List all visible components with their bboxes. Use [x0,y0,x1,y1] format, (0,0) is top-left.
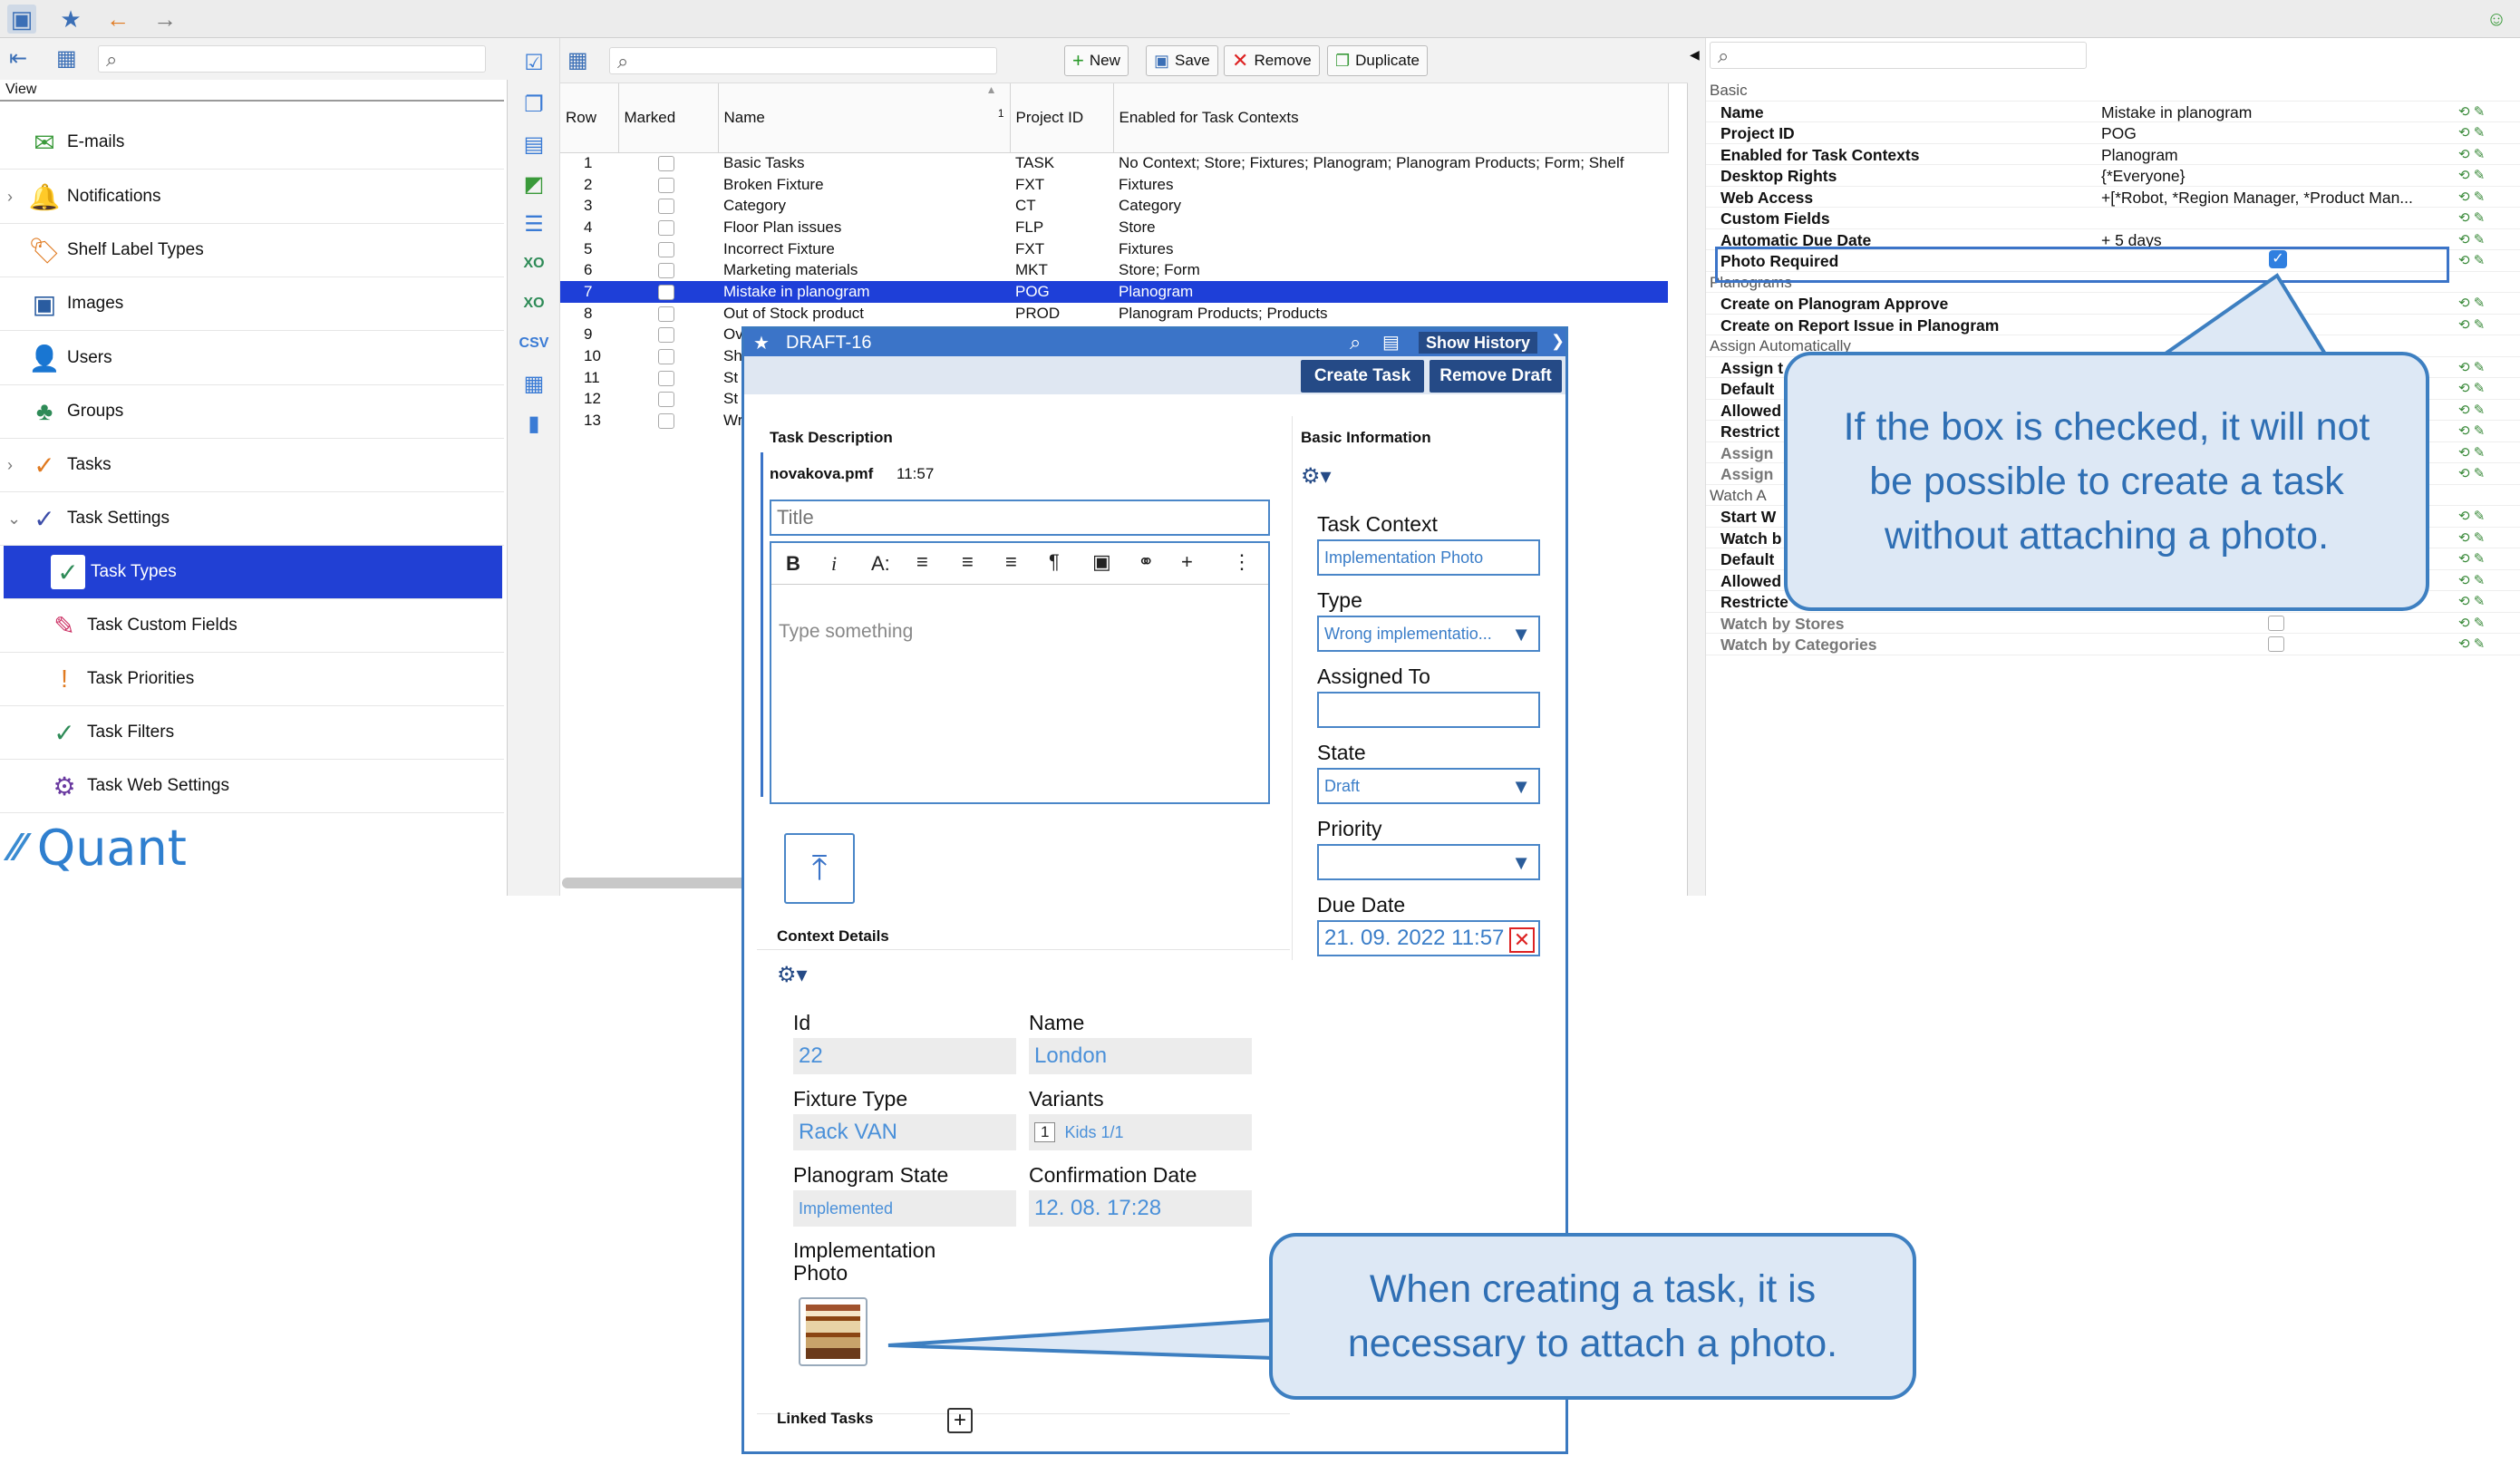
bottom-callout-pointer [887,1317,1275,1361]
bottom-callout-text: When creating a task, it is necessary to… [1347,1267,1838,1365]
top-callout-text: If the box is checked, it will not be po… [1843,405,2370,558]
top-callout-pointer [2157,273,2330,357]
callout-pointers [887,273,2330,1361]
top-callout: If the box is checked, it will not be po… [1784,352,2429,611]
bottom-callout: When creating a task, it is necessary to… [1269,1233,1916,1400]
